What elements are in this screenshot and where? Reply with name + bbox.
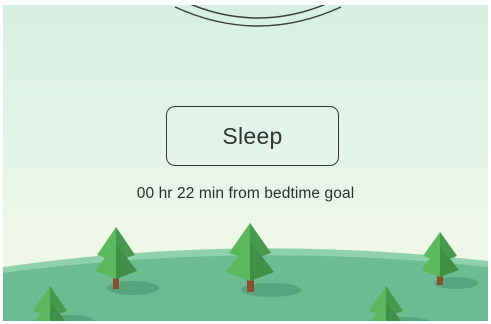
sleep-screen: Sleep 00 hr 22 min from bedtime goal	[3, 5, 488, 321]
forest-landscape	[3, 223, 488, 321]
